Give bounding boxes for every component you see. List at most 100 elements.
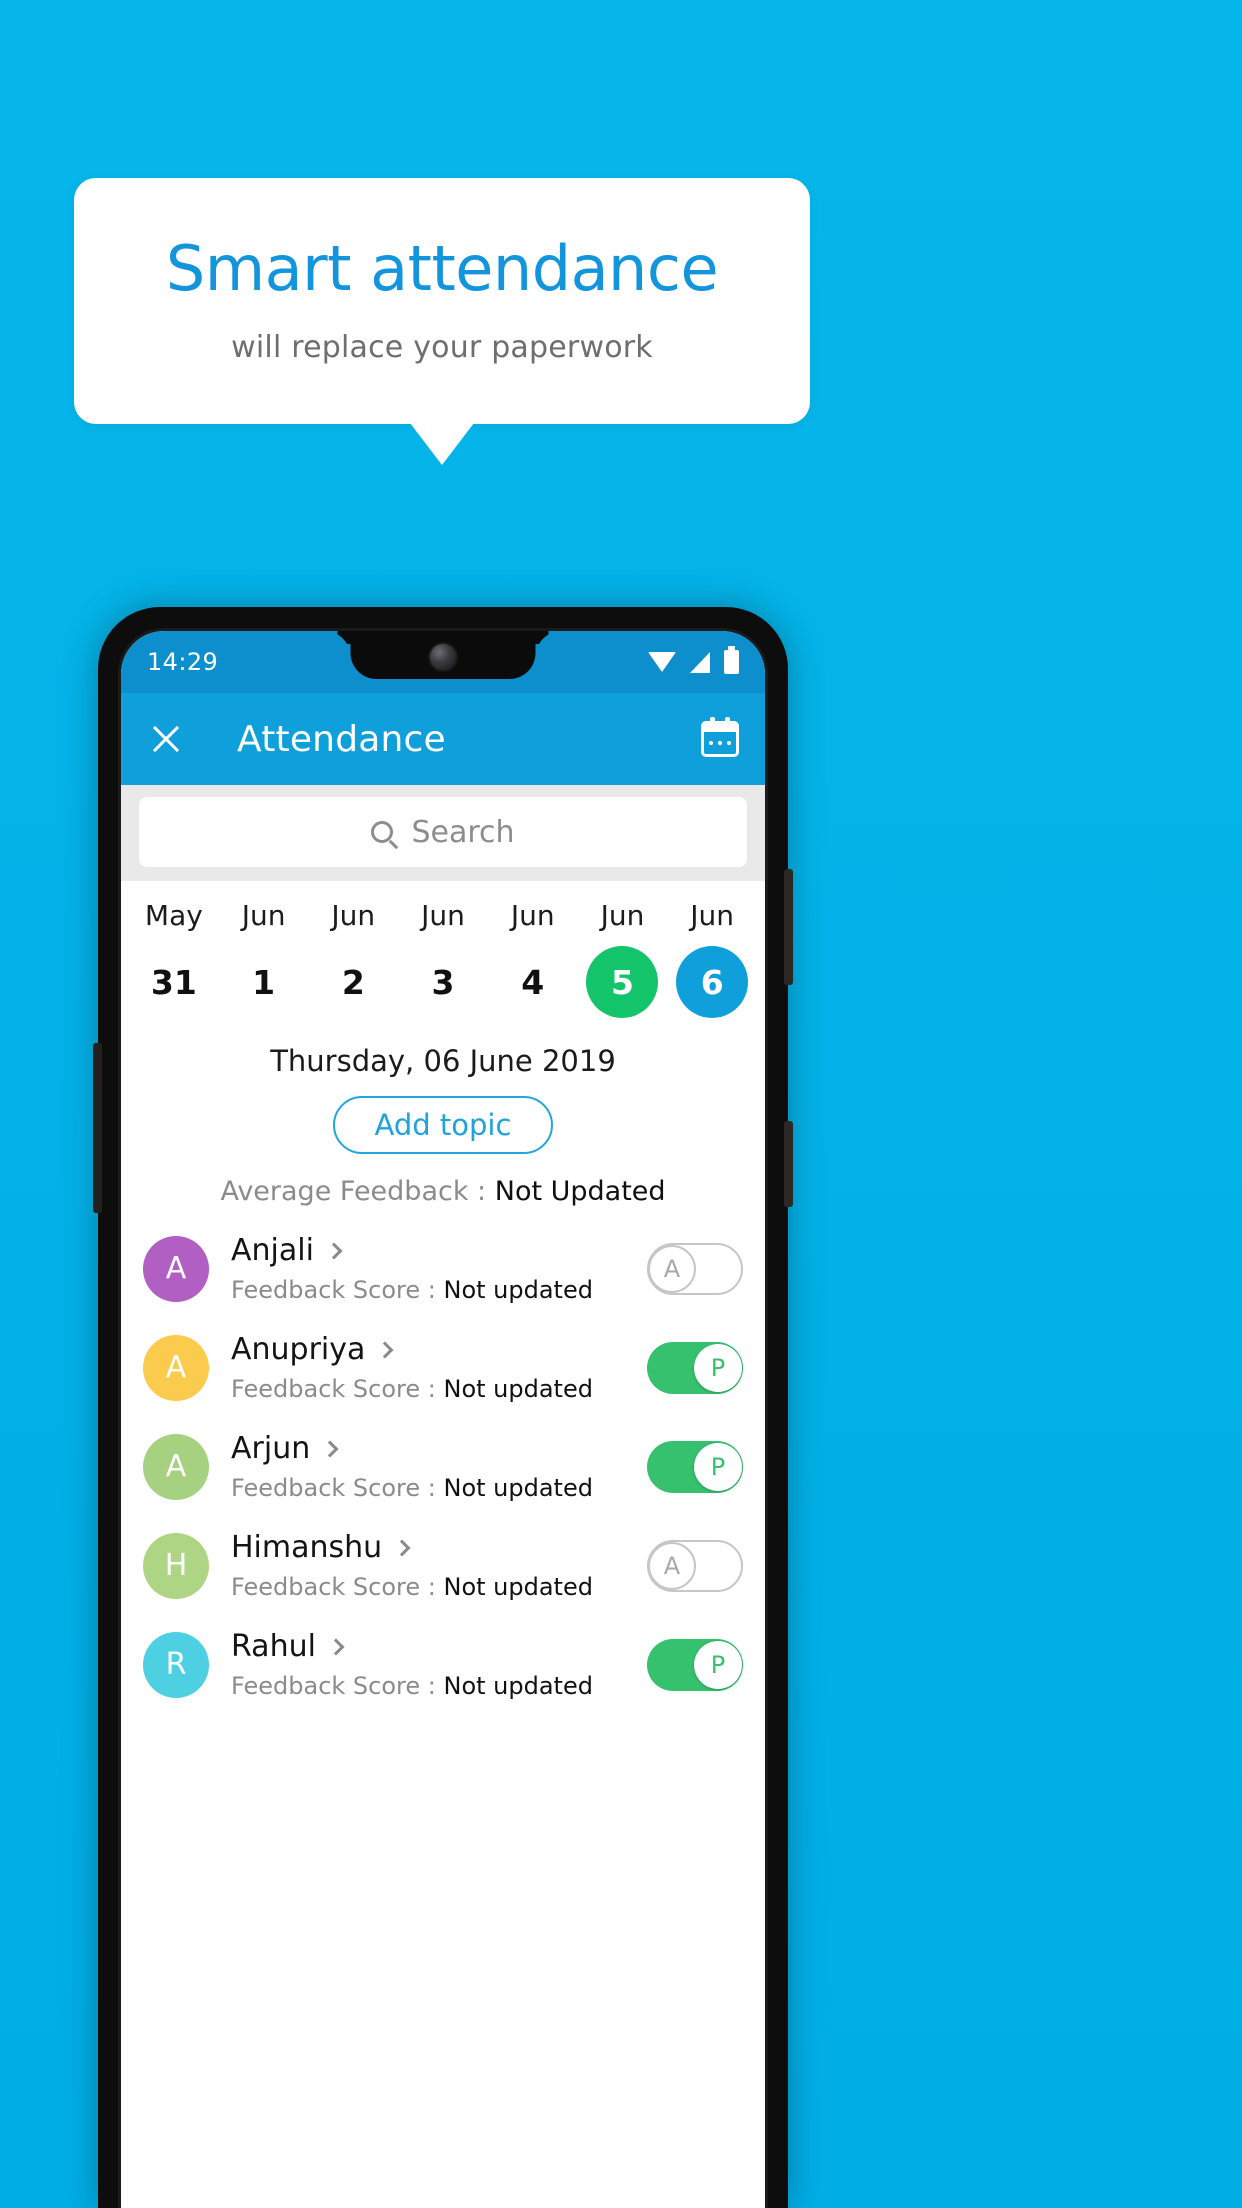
feedback-score-label: Feedback Score : [231, 1573, 444, 1601]
phone-screen: 14:29 Attendance Search May 31 Jun 1 Jun… [121, 631, 765, 2208]
chevron-right-icon[interactable] [393, 1539, 411, 1556]
student-row[interactable]: A Anupriya Feedback Score : Not updated P [121, 1318, 765, 1417]
attendance-toggle[interactable]: P [647, 1341, 743, 1394]
promo-subtitle: will replace your paperwork [231, 329, 653, 365]
feedback-score-value: Not updated [443, 1375, 593, 1403]
date-month-label: Jun [331, 899, 376, 932]
date-month-label: May [144, 899, 203, 932]
wifi-icon [648, 652, 676, 672]
chevron-right-icon[interactable] [321, 1440, 339, 1457]
selected-day-label: Thursday, 06 June 2019 [270, 1044, 616, 1078]
student-name-line[interactable]: Rahul [231, 1629, 625, 1664]
date-cell[interactable]: Jun 4 [488, 899, 578, 1018]
average-feedback-value: Not Updated [494, 1176, 666, 1207]
date-month-label: Jun [690, 899, 735, 932]
attendance-toggle-knob: A [648, 1244, 696, 1293]
date-cell[interactable]: Jun 2 [308, 899, 398, 1018]
date-day-number[interactable]: 2 [317, 946, 389, 1018]
calendar-icon[interactable] [701, 717, 739, 757]
status-time: 14:29 [147, 648, 219, 676]
chevron-right-icon[interactable] [327, 1638, 345, 1655]
signal-icon [690, 651, 710, 673]
student-name: Arjun [231, 1431, 311, 1466]
student-name-line[interactable]: Arjun [231, 1431, 625, 1466]
attendance-toggle[interactable]: P [647, 1440, 743, 1493]
date-cell[interactable]: Jun 5 [578, 899, 668, 1018]
attendance-toggle-knob: P [694, 1442, 742, 1491]
battery-icon [724, 646, 739, 674]
add-topic-button[interactable]: Add topic [332, 1096, 554, 1154]
chevron-right-icon[interactable] [325, 1242, 343, 1259]
feedback-score: Feedback Score : Not updated [231, 1276, 625, 1304]
avatar: R [143, 1631, 209, 1698]
date-cell[interactable]: Jun 3 [398, 899, 488, 1018]
feedback-score-label: Feedback Score : [231, 1375, 444, 1403]
student-name-line[interactable]: Himanshu [231, 1530, 625, 1565]
date-month-label: Jun [241, 899, 286, 932]
student-name-line[interactable]: Anupriya [231, 1332, 625, 1367]
close-icon[interactable] [147, 720, 185, 758]
student-row[interactable]: A Anjali Feedback Score : Not updated A [121, 1219, 765, 1318]
average-feedback-label: Average Feedback : [220, 1176, 495, 1207]
front-camera [430, 644, 456, 670]
avatar: A [143, 1334, 209, 1401]
student-row[interactable]: R Rahul Feedback Score : Not updated P [121, 1615, 765, 1714]
date-cell[interactable]: Jun 6 [667, 899, 757, 1018]
feedback-score-value: Not updated [443, 1474, 593, 1502]
phone-left-button [93, 1043, 102, 1213]
promo-speech-bubble: Smart attendance will replace your paper… [74, 178, 810, 424]
student-row[interactable]: A Arjun Feedback Score : Not updated P [121, 1417, 765, 1516]
attendance-toggle-knob: A [648, 1541, 696, 1590]
date-cell[interactable]: Jun 1 [219, 899, 309, 1018]
avatar: A [143, 1235, 209, 1302]
search-section: Search [121, 785, 765, 881]
phone-mockup: 14:29 Attendance Search May 31 Jun 1 Jun… [93, 607, 793, 2208]
page-title: Attendance [237, 718, 446, 760]
date-day-number[interactable]: 1 [228, 946, 300, 1018]
search-placeholder: Search [411, 814, 515, 850]
average-feedback: Average Feedback : Not Updated [121, 1176, 765, 1207]
student-name: Rahul [231, 1629, 316, 1664]
student-info: Anjali Feedback Score : Not updated [231, 1233, 625, 1304]
chevron-right-icon[interactable] [376, 1341, 394, 1358]
attendance-toggle[interactable]: A [647, 1242, 743, 1295]
date-day-number[interactable]: 5 [586, 946, 659, 1018]
feedback-score-value: Not updated [443, 1573, 593, 1601]
phone-bezel: 14:29 Attendance Search May 31 Jun 1 Jun… [118, 628, 768, 2208]
date-strip: May 31 Jun 1 Jun 2 Jun 3 Jun 4 Jun 5 Jun 6 [121, 881, 765, 1028]
feedback-score-value: Not updated [443, 1276, 593, 1304]
speech-bubble-tail [410, 423, 474, 465]
search-input[interactable]: Search [139, 797, 747, 867]
avatar: H [143, 1532, 209, 1599]
phone-power-button [784, 869, 793, 985]
date-month-label: Jun [600, 899, 645, 932]
student-name: Himanshu [231, 1530, 383, 1565]
promo-title: Smart attendance [165, 231, 719, 305]
status-icons [648, 646, 739, 674]
date-month-label: Jun [421, 899, 465, 932]
attendance-toggle-knob: P [694, 1343, 742, 1392]
student-name-line[interactable]: Anjali [231, 1233, 625, 1268]
student-row[interactable]: H Himanshu Feedback Score : Not updated A [121, 1516, 765, 1615]
feedback-score-label: Feedback Score : [231, 1672, 444, 1700]
date-day-number[interactable]: 4 [497, 946, 569, 1018]
student-info: Rahul Feedback Score : Not updated [231, 1629, 625, 1700]
feedback-score: Feedback Score : Not updated [231, 1474, 625, 1502]
app-bar: Attendance [121, 693, 765, 785]
date-day-number[interactable]: 3 [407, 946, 479, 1018]
attendance-toggle[interactable]: A [647, 1539, 743, 1592]
student-name: Anjali [231, 1233, 314, 1268]
student-name: Anupriya [231, 1332, 366, 1367]
status-bar: 14:29 [121, 631, 765, 693]
date-day-number[interactable]: 6 [676, 946, 749, 1018]
attendance-toggle-knob: P [694, 1640, 742, 1689]
search-icon [371, 821, 394, 843]
feedback-score: Feedback Score : Not updated [231, 1375, 625, 1403]
student-info: Arjun Feedback Score : Not updated [231, 1431, 625, 1502]
date-day-number[interactable]: 31 [138, 946, 210, 1018]
date-cell[interactable]: May 31 [129, 899, 219, 1018]
feedback-score-label: Feedback Score : [231, 1276, 444, 1304]
feedback-score: Feedback Score : Not updated [231, 1672, 625, 1700]
attendance-toggle[interactable]: P [647, 1638, 743, 1691]
avatar: A [143, 1433, 209, 1500]
